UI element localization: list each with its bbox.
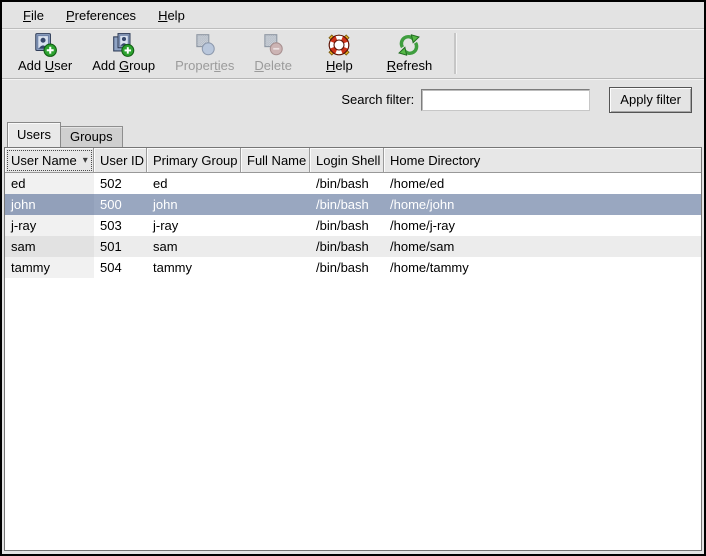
- menu-help[interactable]: Help: [147, 4, 196, 27]
- column-header-home-directory[interactable]: Home Directory: [384, 148, 701, 173]
- search-filter-row: Search filter: Apply filter: [2, 79, 704, 120]
- cell-user-id: 504: [94, 257, 147, 278]
- notebook-tabs: Users Groups: [2, 120, 704, 147]
- menu-help-label: elp: [167, 8, 184, 23]
- cell-user-name: tammy: [5, 257, 94, 278]
- table-row-tammy[interactable]: tammy 504 tammy /bin/bash /home/tammy: [5, 257, 701, 278]
- user-add-icon: [32, 32, 58, 58]
- search-filter-input[interactable]: [421, 89, 590, 111]
- refresh-label: Refresh: [387, 58, 433, 73]
- cell-home-directory: /home/john: [384, 194, 701, 215]
- table-row-john-selected[interactable]: john 500 john /bin/bash /home/john: [5, 194, 701, 215]
- cell-user-id: 500: [94, 194, 147, 215]
- cell-full-name: [241, 257, 310, 278]
- sort-descending-icon: ▾: [77, 149, 88, 172]
- search-filter-label: Search filter:: [341, 92, 414, 107]
- group-add-icon: [111, 32, 137, 58]
- tab-groups[interactable]: Groups: [61, 126, 123, 147]
- table-body: ed 502 ed /bin/bash /home/ed john 500 jo…: [5, 173, 701, 550]
- cell-home-directory: /home/j-ray: [384, 215, 701, 236]
- delete-label: Delete: [254, 58, 292, 73]
- cell-login-shell: /bin/bash: [310, 173, 384, 194]
- refresh-button[interactable]: Refresh: [377, 31, 443, 78]
- delete-icon: [260, 32, 286, 58]
- tab-users[interactable]: Users: [7, 122, 61, 147]
- cell-user-name: john: [5, 194, 94, 215]
- menu-preferences[interactable]: Preferences: [55, 4, 147, 27]
- lifebuoy-icon: [326, 32, 352, 58]
- table-header-row: User Name ▾ User ID Primary Group Full N…: [5, 148, 701, 173]
- cell-login-shell: /bin/bash: [310, 257, 384, 278]
- help-button[interactable]: Help: [316, 31, 363, 78]
- table-row-j-ray[interactable]: j-ray 503 j-ray /bin/bash /home/j-ray: [5, 215, 701, 236]
- properties-label: Properties: [175, 58, 234, 73]
- toolbar-separator: [454, 33, 456, 74]
- add-user-button[interactable]: Add User: [8, 31, 82, 78]
- cell-primary-group: john: [147, 194, 241, 215]
- cell-user-id: 501: [94, 236, 147, 257]
- menu-preferences-label: P: [66, 8, 75, 23]
- cell-login-shell: /bin/bash: [310, 215, 384, 236]
- column-header-user-id[interactable]: User ID: [94, 148, 147, 173]
- cell-full-name: [241, 194, 310, 215]
- menu-file[interactable]: File: [12, 4, 55, 27]
- menubar: File Preferences Help: [2, 2, 704, 29]
- delete-button: Delete: [244, 31, 302, 78]
- column-header-login-shell[interactable]: Login Shell: [310, 148, 384, 173]
- toolbar: Add User Add Group: [2, 29, 704, 79]
- column-header-full-name[interactable]: Full Name: [241, 148, 310, 173]
- menu-file-label: F: [23, 8, 31, 23]
- column-header-user-name[interactable]: User Name ▾: [5, 148, 94, 173]
- add-group-label: Add Group: [92, 58, 155, 73]
- cell-user-id: 503: [94, 215, 147, 236]
- menu-file-label: ile: [31, 8, 44, 23]
- users-table: User Name ▾ User ID Primary Group Full N…: [4, 147, 702, 551]
- properties-icon: [192, 32, 218, 58]
- cell-primary-group: ed: [147, 173, 241, 194]
- column-header-label: User Name: [11, 149, 77, 172]
- table-row-ed[interactable]: ed 502 ed /bin/bash /home/ed: [5, 173, 701, 194]
- cell-home-directory: /home/sam: [384, 236, 701, 257]
- add-user-label: Add User: [18, 58, 72, 73]
- cell-primary-group: tammy: [147, 257, 241, 278]
- cell-user-name: sam: [5, 236, 94, 257]
- cell-user-name: ed: [5, 173, 94, 194]
- properties-button: Properties: [165, 31, 244, 78]
- cell-home-directory: /home/ed: [384, 173, 701, 194]
- refresh-icon: [396, 32, 422, 58]
- cell-user-name: j-ray: [5, 215, 94, 236]
- table-row-sam[interactable]: sam 501 sam /bin/bash /home/sam: [5, 236, 701, 257]
- cell-login-shell: /bin/bash: [310, 194, 384, 215]
- cell-full-name: [241, 236, 310, 257]
- cell-full-name: [241, 215, 310, 236]
- menu-preferences-label: references: [75, 8, 136, 23]
- cell-primary-group: sam: [147, 236, 241, 257]
- add-group-button[interactable]: Add Group: [82, 31, 165, 78]
- cell-login-shell: /bin/bash: [310, 236, 384, 257]
- cell-primary-group: j-ray: [147, 215, 241, 236]
- user-manager-window: File Preferences Help Add User: [0, 0, 706, 556]
- cell-home-directory: /home/tammy: [384, 257, 701, 278]
- help-label: Help: [326, 58, 353, 73]
- cell-user-id: 502: [94, 173, 147, 194]
- cell-full-name: [241, 173, 310, 194]
- apply-filter-button[interactable]: Apply filter: [609, 87, 692, 113]
- column-header-primary-group[interactable]: Primary Group: [147, 148, 241, 173]
